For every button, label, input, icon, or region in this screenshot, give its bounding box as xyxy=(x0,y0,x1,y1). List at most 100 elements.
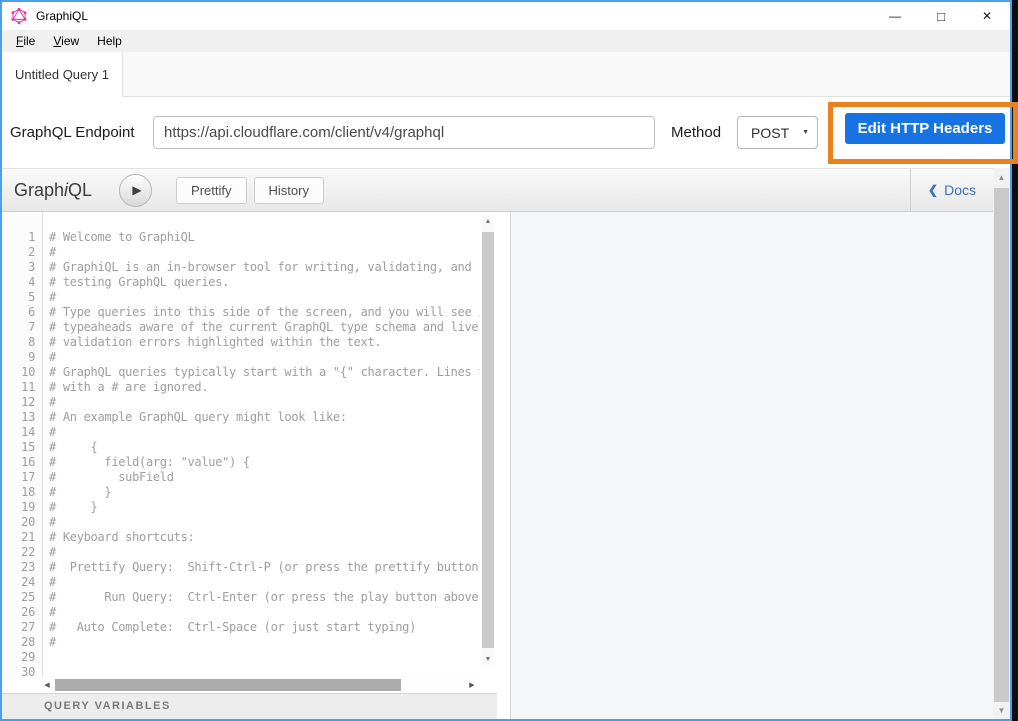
code-text: # xyxy=(49,245,480,260)
line-number: 17 xyxy=(2,470,35,485)
menu-bar: File View Help xyxy=(2,30,1010,52)
editor-vscrollbar-thumb[interactable] xyxy=(482,232,494,648)
graphql-logo-icon xyxy=(11,8,27,24)
code-text: # Type queries into this side of the scr… xyxy=(49,305,480,320)
tab-bar-empty-space xyxy=(123,52,1010,97)
code-text: # xyxy=(49,575,480,590)
tab-untitled-query-1[interactable]: Untitled Query 1 xyxy=(2,52,123,97)
code-line[interactable]: 6 # Type queries into this side of the sc… xyxy=(2,305,481,320)
code-line[interactable]: 24 # xyxy=(2,575,481,590)
code-line[interactable]: 20# xyxy=(2,515,481,530)
endpoint-label: GraphQL Endpoint xyxy=(10,97,135,168)
result-pane xyxy=(510,212,993,719)
code-line[interactable]: 19# } xyxy=(2,500,481,515)
line-number: 28 xyxy=(2,635,35,650)
code-line[interactable]: 16# field(arg: "value") { xyxy=(2,455,481,470)
line-number: 6 xyxy=(2,305,35,320)
menu-file[interactable]: File xyxy=(7,30,44,52)
code-line[interactable]: 13# An example GraphQL query might look … xyxy=(2,410,481,425)
code-line[interactable]: 1# Welcome to GraphiQL xyxy=(2,230,481,245)
line-number: 14 xyxy=(2,425,35,440)
line-number: 24 xyxy=(2,575,35,590)
code-line[interactable]: 17# subField xyxy=(2,470,481,485)
code-line[interactable]: 28 # xyxy=(2,635,481,650)
scroll-down-icon[interactable]: ▼ xyxy=(481,653,495,665)
code-line[interactable]: 12# xyxy=(2,395,481,410)
docs-label: Docs xyxy=(944,182,976,198)
code-line[interactable]: 27# Auto Complete: Ctrl-Space (or just s… xyxy=(2,620,481,635)
code-text: # } xyxy=(49,485,480,500)
line-number: 20 xyxy=(2,515,35,530)
code-text: # { xyxy=(49,440,480,455)
code-line[interactable]: 8# validation errors highlighted within … xyxy=(2,335,481,350)
editor-horizontal-scrollbar[interactable]: ◀ ▶ xyxy=(40,678,479,692)
method-dropdown[interactable]: POST ▼ xyxy=(737,116,818,149)
code-line[interactable]: 23# Prettify Query: Shift-Ctrl-P (or pre… xyxy=(2,560,481,575)
code-line[interactable]: 14# xyxy=(2,425,481,440)
maximize-button[interactable]: □ xyxy=(918,2,964,30)
code-text: # GraphiQL is an in-browser tool for wri… xyxy=(49,260,480,275)
code-line[interactable]: 26# xyxy=(2,605,481,620)
scroll-up-icon[interactable]: ▲ xyxy=(993,170,1010,184)
code-text: # xyxy=(49,605,480,620)
graphiql-toolbar: GraphiQL ▶ Prettify History xyxy=(2,168,910,212)
query-editor-code[interactable]: 1# Welcome to GraphiQL2#3# GraphiQL is a… xyxy=(2,230,481,680)
endpoint-bar: GraphQL Endpoint Method POST ▼ Edit HTTP… xyxy=(2,97,1010,168)
menu-view[interactable]: View xyxy=(44,30,88,52)
graphiql-logo: GraphiQL xyxy=(14,180,92,201)
code-line[interactable]: 7# typeaheads aware of the current Graph… xyxy=(2,320,481,335)
close-button[interactable]: ✕ xyxy=(964,2,1010,30)
editor-vertical-scrollbar[interactable]: ▲ ▼ xyxy=(481,215,495,665)
code-line[interactable]: 22 # xyxy=(2,545,481,560)
query-editor-pane[interactable]: 1# Welcome to GraphiQL2#3# GraphiQL is a… xyxy=(2,212,497,719)
code-line[interactable]: 18# } xyxy=(2,485,481,500)
line-number: 30 xyxy=(2,665,35,680)
menu-help[interactable]: Help xyxy=(88,30,131,52)
code-line[interactable]: 3# GraphiQL is an in-browser tool for wr… xyxy=(2,260,481,275)
line-number: 11 xyxy=(2,380,35,395)
pane-resize-handle[interactable] xyxy=(497,212,510,719)
line-number: 2 xyxy=(2,245,35,260)
code-text: # testing GraphQL queries. xyxy=(49,275,480,290)
main-content: 1# Welcome to GraphiQL2#3# GraphiQL is a… xyxy=(2,212,993,719)
scroll-left-icon[interactable]: ◀ xyxy=(40,678,54,692)
window-controls: — □ ✕ xyxy=(872,2,1010,30)
code-text: # xyxy=(49,395,480,410)
window-scrollbar[interactable]: ▲ ▼ xyxy=(993,168,1010,719)
code-line[interactable]: 4# testing GraphQL queries. xyxy=(2,275,481,290)
code-line[interactable]: 10# GraphQL queries typically start with… xyxy=(2,365,481,380)
code-line[interactable]: 15# { xyxy=(2,440,481,455)
endpoint-url-input[interactable] xyxy=(153,116,655,149)
code-line[interactable]: 9# xyxy=(2,350,481,365)
chevron-down-icon: ▼ xyxy=(802,129,809,136)
code-line[interactable]: 29 xyxy=(2,650,481,665)
line-number: 21 xyxy=(2,530,35,545)
minimize-button[interactable]: — xyxy=(872,2,918,30)
line-number: 1 xyxy=(2,230,35,245)
code-line[interactable]: 11# with a # are ignored. xyxy=(2,380,481,395)
line-number: 19 xyxy=(2,500,35,515)
scroll-right-icon[interactable]: ▶ xyxy=(465,678,479,692)
code-line[interactable]: 2# xyxy=(2,245,481,260)
code-text: # xyxy=(49,545,480,560)
query-variables-panel-header[interactable]: QUERY VARIABLES xyxy=(2,693,497,719)
window-scrollbar-thumb[interactable] xyxy=(994,188,1009,702)
scroll-up-icon[interactable]: ▲ xyxy=(481,215,495,227)
history-button[interactable]: History xyxy=(254,177,324,204)
line-number: 16 xyxy=(2,455,35,470)
scroll-down-icon[interactable]: ▼ xyxy=(993,703,1010,717)
code-text: # xyxy=(49,635,480,650)
code-line[interactable]: 5# xyxy=(2,290,481,305)
docs-toggle-button[interactable]: ❮ Docs xyxy=(910,168,993,212)
code-line[interactable]: 21# Keyboard shortcuts: xyxy=(2,530,481,545)
editor-hscrollbar-thumb[interactable] xyxy=(55,679,401,691)
window-frame: GraphiQL — □ ✕ File View Help Untitled Q… xyxy=(0,0,1012,721)
line-number: 22 xyxy=(2,545,35,560)
line-number: 7 xyxy=(2,320,35,335)
prettify-button[interactable]: Prettify xyxy=(176,177,246,204)
code-line[interactable]: 25# Run Query: Ctrl-Enter (or press the … xyxy=(2,590,481,605)
window-title: GraphiQL xyxy=(36,9,88,23)
edit-http-headers-button[interactable]: Edit HTTP Headers xyxy=(845,113,1005,144)
chevron-left-icon: ❮ xyxy=(928,183,938,197)
execute-query-button[interactable]: ▶ xyxy=(119,174,152,207)
